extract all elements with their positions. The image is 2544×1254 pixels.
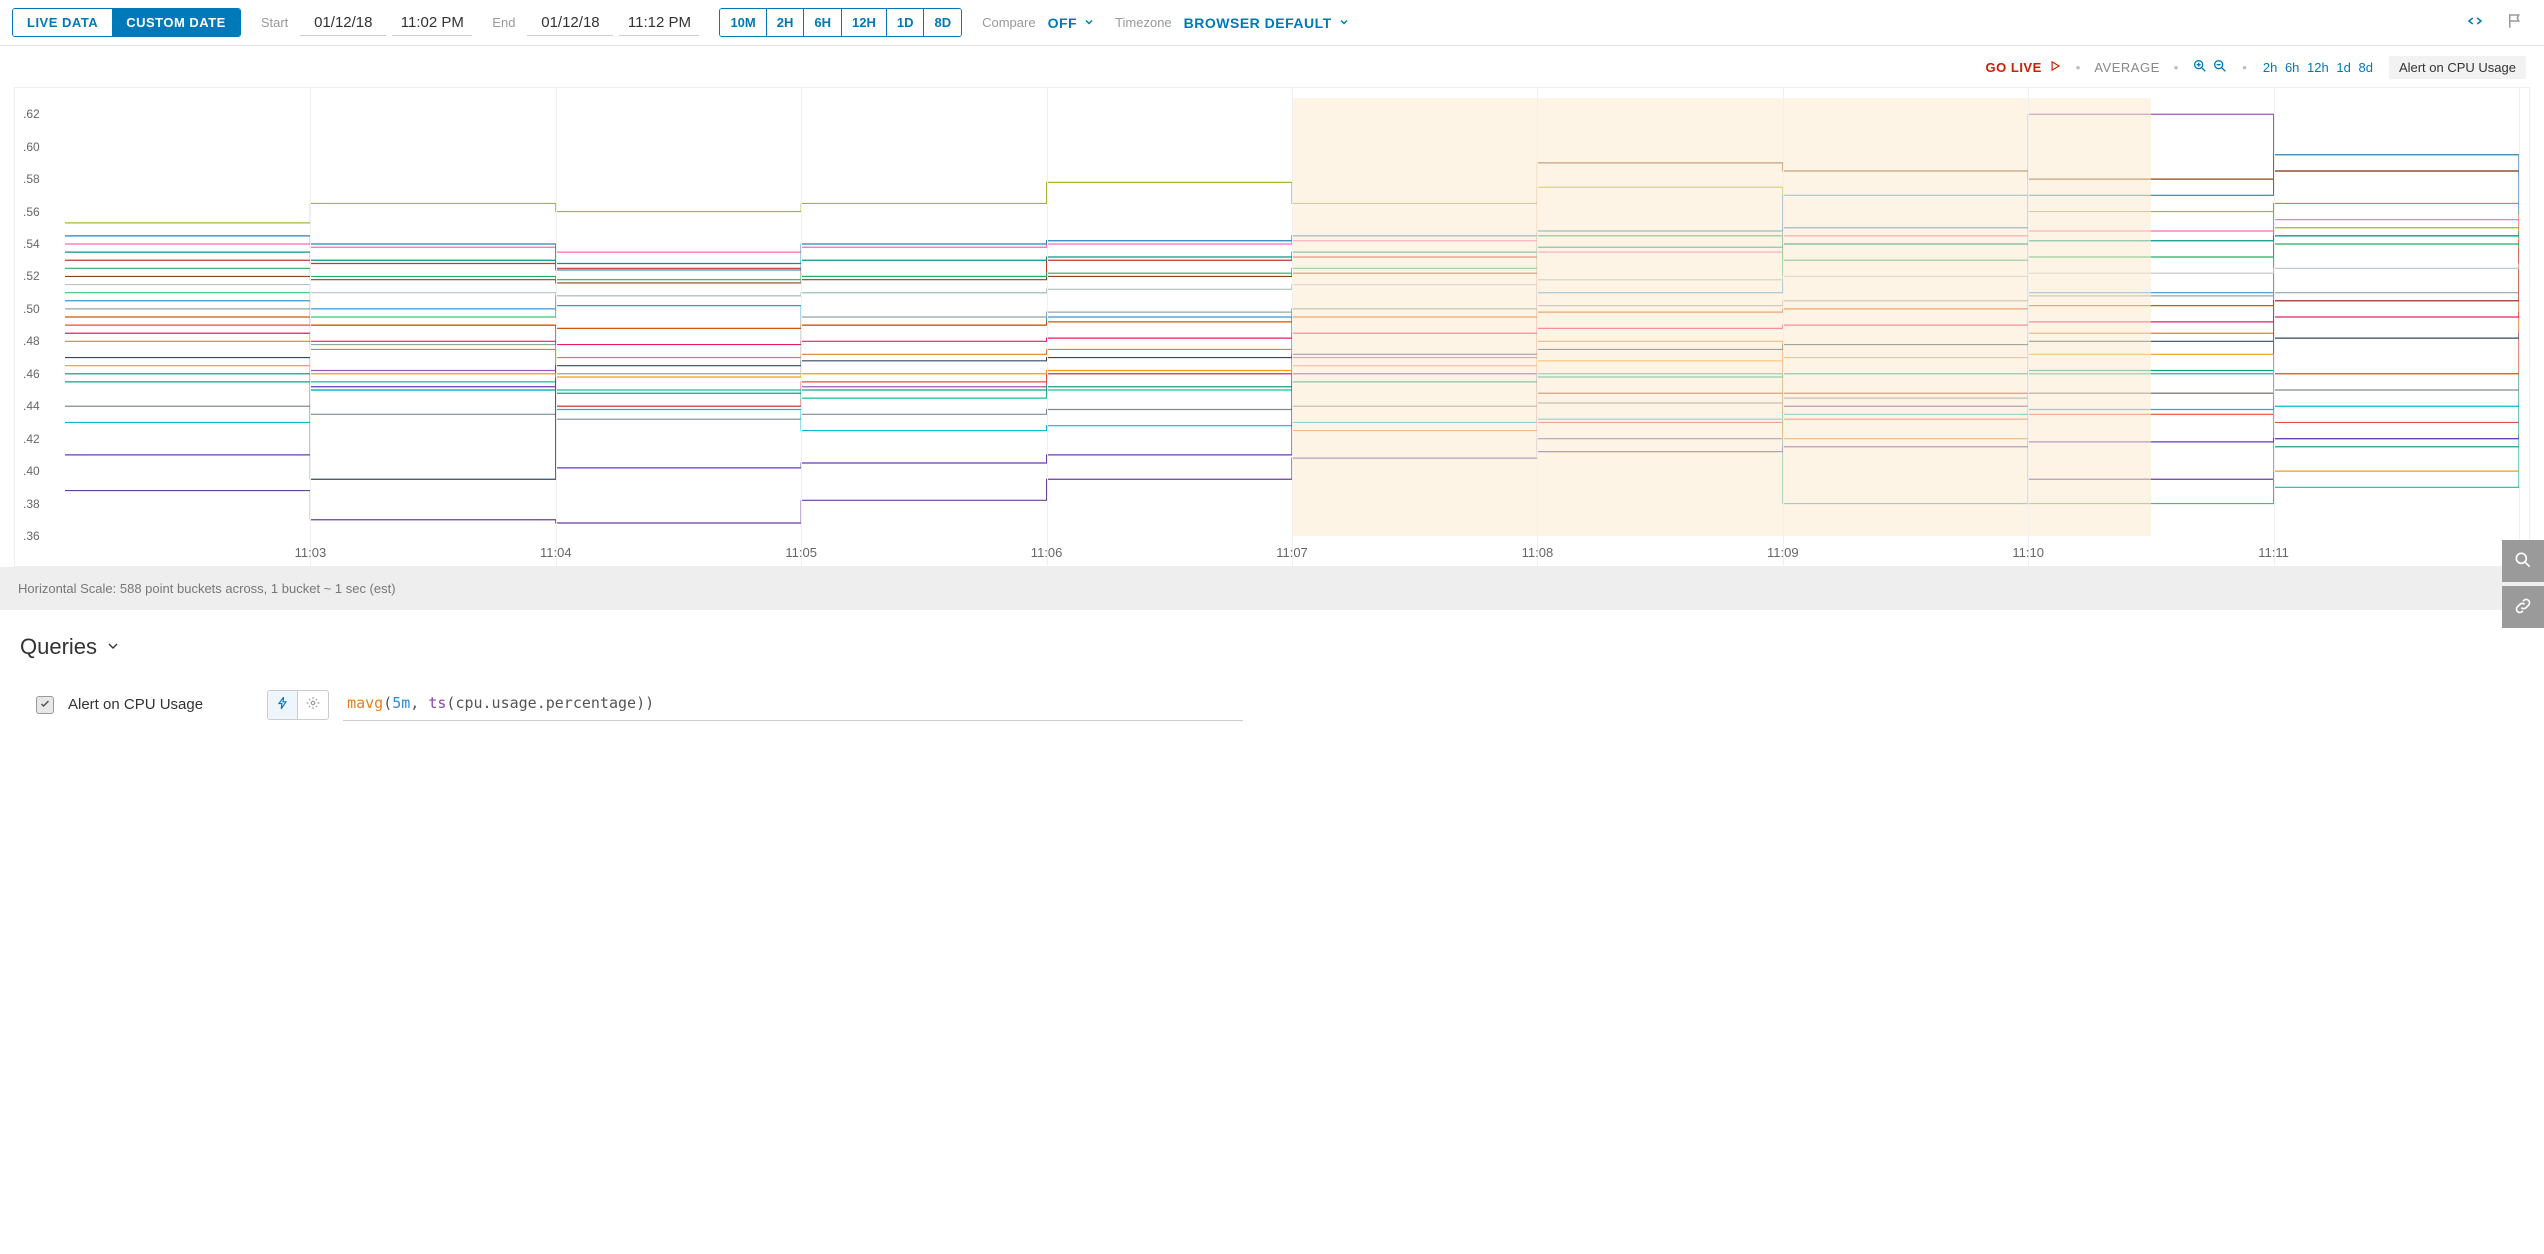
custom-date-toggle[interactable]: CUSTOM DATE xyxy=(112,9,240,36)
chart-title-badge: Alert on CPU Usage xyxy=(2389,56,2526,79)
timezone-label: Timezone xyxy=(1115,15,1172,30)
x-tick-label: 11:09 xyxy=(1767,545,1799,560)
zoom-in-icon xyxy=(2192,62,2208,77)
x-tick-label: 11:05 xyxy=(785,545,817,560)
horizontal-scale-info: Horizontal Scale: 588 point buckets acro… xyxy=(0,567,2544,610)
queries-section: Queries Alert on CPU Usage mavg(5m, ts(c… xyxy=(0,610,2544,761)
check-icon xyxy=(39,697,51,713)
gridline xyxy=(1537,88,1538,566)
y-tick-label: .54 xyxy=(23,237,40,251)
query-expression-input[interactable]: mavg(5m, ts(cpu.usage.percentage)) xyxy=(343,688,1243,721)
gridline xyxy=(2519,88,2520,566)
start-label: Start xyxy=(261,15,288,30)
quick-range-8d[interactable]: 8d xyxy=(2358,60,2372,75)
query-row: Alert on CPU Usage mavg(5m, ts(cpu.usage… xyxy=(20,688,2524,721)
search-float-button[interactable] xyxy=(2502,540,2544,582)
y-tick-label: .46 xyxy=(23,367,40,381)
y-tick-label: .44 xyxy=(23,399,40,413)
code-icon xyxy=(2466,18,2484,33)
gridline xyxy=(1047,88,1048,566)
lightning-icon xyxy=(276,696,290,713)
y-tick-label: .40 xyxy=(23,464,40,478)
floating-side-buttons xyxy=(2502,540,2544,632)
summarization-label: AVERAGE xyxy=(2094,60,2159,75)
end-label: End xyxy=(492,15,515,30)
y-tick-label: .56 xyxy=(23,205,40,219)
gridline xyxy=(556,88,557,566)
quick-range-2h[interactable]: 2h xyxy=(2263,60,2277,75)
top-toolbar: LIVE DATA CUSTOM DATE Start End 10M 2H 6… xyxy=(0,0,2544,46)
zoom-out-button[interactable] xyxy=(2212,58,2228,77)
x-tick-label: 11:11 xyxy=(2258,545,2289,560)
live-data-toggle[interactable]: LIVE DATA xyxy=(13,9,112,36)
link-icon xyxy=(2513,596,2533,619)
gridline xyxy=(1292,88,1293,566)
query-name: Alert on CPU Usage xyxy=(68,696,203,713)
range-10m[interactable]: 10M xyxy=(720,9,766,36)
gridline xyxy=(2028,88,2029,566)
y-tick-label: .52 xyxy=(23,269,40,283)
y-tick-label: .48 xyxy=(23,334,40,348)
start-date-input[interactable] xyxy=(300,10,386,36)
compare-label: Compare xyxy=(982,15,1035,30)
zoom-in-button[interactable] xyxy=(2192,58,2208,77)
x-tick-label: 11:03 xyxy=(295,545,327,560)
play-icon xyxy=(2048,59,2062,76)
end-time-input[interactable] xyxy=(619,10,699,36)
y-tick-label: .42 xyxy=(23,432,40,446)
query-mode-buttons xyxy=(267,690,329,720)
queries-header[interactable]: Queries xyxy=(20,634,2524,660)
mode-toggle: LIVE DATA CUSTOM DATE xyxy=(12,8,241,37)
chart-header: GO LIVE • AVERAGE • • 2h 6h 12h 1d 8d Al… xyxy=(0,46,2544,83)
gridline xyxy=(310,88,311,566)
x-tick-label: 11:06 xyxy=(1031,545,1063,560)
y-tick-label: .58 xyxy=(23,172,40,186)
gear-icon xyxy=(306,696,320,713)
query-wizard-button[interactable] xyxy=(268,691,298,719)
quick-range-1d[interactable]: 1d xyxy=(2336,60,2350,75)
y-tick-label: .62 xyxy=(23,107,40,121)
link-float-button[interactable] xyxy=(2502,586,2544,628)
timezone-dropdown[interactable]: BROWSER DEFAULT xyxy=(1184,15,1350,31)
zoom-out-icon xyxy=(2212,62,2228,77)
y-tick-label: .50 xyxy=(23,302,40,316)
compare-dropdown[interactable]: OFF xyxy=(1048,15,1096,31)
x-tick-label: 11:08 xyxy=(1522,545,1554,560)
go-live-button[interactable]: GO LIVE xyxy=(1986,59,2062,76)
query-settings-button[interactable] xyxy=(298,691,328,719)
embed-code-button[interactable] xyxy=(2458,8,2492,37)
gridline xyxy=(801,88,802,566)
gridline xyxy=(1783,88,1784,566)
x-tick-label: 11:07 xyxy=(1276,545,1308,560)
end-date-input[interactable] xyxy=(527,10,613,36)
x-tick-label: 11:10 xyxy=(2012,545,2044,560)
range-1d[interactable]: 1D xyxy=(887,9,925,36)
range-12h[interactable]: 12H xyxy=(842,9,887,36)
quick-range-group: 10M 2H 6H 12H 1D 8D xyxy=(719,8,962,37)
y-tick-label: .60 xyxy=(23,140,40,154)
separator-dot: • xyxy=(2076,60,2081,75)
y-tick-label: .38 xyxy=(23,497,40,511)
quick-range-6h[interactable]: 6h xyxy=(2285,60,2299,75)
range-2h[interactable]: 2H xyxy=(767,9,805,36)
separator-dot: • xyxy=(2174,60,2179,75)
chevron-down-icon xyxy=(1338,15,1350,31)
gridline xyxy=(2274,88,2275,566)
chevron-down-icon xyxy=(1083,15,1095,31)
range-8d[interactable]: 8D xyxy=(924,9,961,36)
chevron-down-icon xyxy=(105,634,121,660)
quick-range-12h[interactable]: 12h xyxy=(2307,60,2329,75)
flag-button[interactable] xyxy=(2498,8,2532,37)
separator-dot: • xyxy=(2242,60,2247,75)
start-time-input[interactable] xyxy=(392,10,472,36)
x-tick-label: 11:04 xyxy=(540,545,572,560)
chart-area[interactable]: 11:03 11:04 11:05 11:06 11:07 11:08 11:09 11:10… xyxy=(14,87,2530,567)
alert-highlight-region xyxy=(1292,98,2151,536)
y-tick-label: .36 xyxy=(23,529,40,543)
query-visibility-checkbox[interactable] xyxy=(36,696,54,714)
flag-icon xyxy=(2506,18,2524,33)
search-icon xyxy=(2513,550,2533,573)
range-6h[interactable]: 6H xyxy=(804,9,842,36)
